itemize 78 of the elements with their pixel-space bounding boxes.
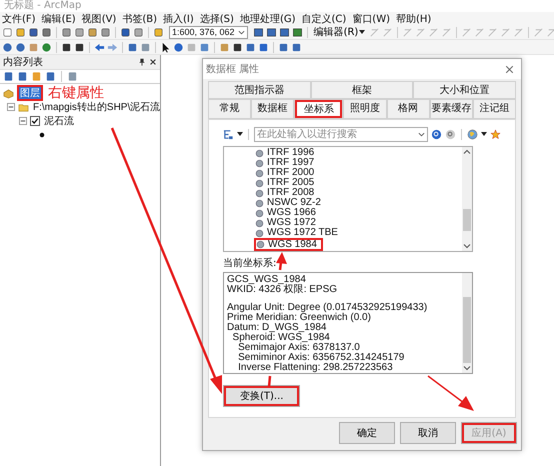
search-field[interactable]: 在此处输入以进行搜索 — [254, 126, 428, 142]
pointer-icon[interactable] — [160, 42, 171, 52]
list-item[interactable]: NSWC 9Z-2 — [254, 198, 327, 208]
panel-title: 内容列表 — [3, 56, 44, 69]
dialog-button[interactable]: 取消 — [400, 422, 456, 444]
detail-line: Semiminor Axis: 6356752.314245179 — [237, 353, 406, 363]
scrollbar-thumb[interactable] — [463, 209, 471, 231]
annotation-text: 右键属性 — [48, 84, 104, 102]
list-item[interactable]: WGS 1966 — [254, 208, 322, 218]
list-item[interactable]: WGS 1972 — [254, 218, 322, 228]
tab[interactable]: 常规 — [208, 99, 252, 119]
list-item[interactable]: ITRF 1997 — [254, 158, 320, 168]
detail-line: Semimajor Axis: 6378137.0 — [238, 343, 361, 353]
menu-item[interactable]: 选择(S) — [200, 12, 234, 26]
annotation-arrow — [428, 375, 474, 411]
scale-combo[interactable]: 1:600, 376, 062 — [169, 26, 248, 38]
list-item[interactable]: WGS 1972 TBE — [254, 228, 344, 238]
detail-line: Spheroid: WGS_1984 — [232, 333, 331, 343]
detail-line: Datum: D_WGS_1984 — [227, 323, 328, 333]
list-item[interactable]: ITRF 1996 — [254, 148, 320, 158]
list-item[interactable]: ITRF 2005 — [254, 178, 320, 188]
list-item[interactable]: ITRF 2000 — [254, 168, 320, 178]
pin-icon[interactable] — [138, 58, 146, 66]
annotation-arrow — [276, 252, 287, 270]
list-item[interactable]: ITRF 2008 — [254, 188, 320, 198]
caret-icon[interactable] — [481, 132, 487, 136]
menu-item[interactable]: 文件(F) — [2, 12, 36, 26]
menu-item[interactable]: 窗口(W) — [352, 12, 390, 26]
search-icon[interactable] — [431, 128, 442, 140]
close-icon[interactable] — [149, 58, 157, 66]
scrollbar-thumb[interactable] — [463, 297, 471, 363]
tab[interactable]: 大小和位置 — [413, 81, 516, 99]
tree-item[interactable]: F:\mapgis转出的SHP\泥石流 — [32, 100, 162, 114]
favorite-star-icon[interactable] — [490, 128, 501, 140]
tab[interactable]: 格网 — [386, 99, 430, 119]
tab[interactable]: 范围指示器 — [208, 81, 311, 99]
detail-line: Angular Unit: Degree (0.0174532925199433) — [227, 303, 428, 313]
tab[interactable]: 框架 — [310, 81, 414, 99]
menu-item[interactable]: 编辑(E) — [42, 12, 76, 26]
collapse-toggle[interactable] — [7, 103, 15, 111]
scroll-up-icon[interactable] — [463, 149, 471, 155]
annotation-line — [268, 376, 272, 388]
editor-menu[interactable]: 编辑器(R) — [312, 25, 368, 39]
back-arrow-icon[interactable] — [94, 42, 105, 52]
detail-line: Inverse Flattening: 298.257223563 — [237, 363, 394, 373]
scrollbar[interactable] — [462, 273, 472, 373]
menu-item[interactable]: 地理处理(G) — [240, 12, 296, 26]
tab[interactable]: 坐标系 — [294, 99, 344, 119]
checkbox[interactable] — [30, 116, 40, 126]
scroll-down-icon[interactable] — [463, 243, 471, 249]
detail-line: Prime Meridian: Greenwich (0.0) — [227, 313, 371, 323]
tree-item[interactable]: 泥石流 — [43, 114, 75, 128]
caret-icon — [359, 30, 366, 34]
menu-item[interactable]: 视图(V) — [82, 12, 116, 26]
menu-item[interactable]: 书签(B) — [122, 12, 158, 26]
point-symbol-icon — [39, 132, 45, 138]
clear-search-icon[interactable] — [445, 128, 456, 140]
dialog-button[interactable]: 确定 — [339, 422, 395, 444]
menu-item[interactable]: 帮助(H) — [396, 12, 432, 26]
menu-item[interactable]: 自定义(C) — [302, 12, 346, 26]
tab[interactable]: 要素缓存 — [430, 99, 473, 119]
detail-line: GCS_WGS_1984 — [227, 275, 307, 285]
detail-line: WKID: 4326 权限: EPSG — [227, 285, 338, 295]
collapse-toggle[interactable] — [19, 117, 27, 125]
tab[interactable]: 照明度 — [343, 99, 387, 119]
close-icon[interactable] — [504, 64, 515, 74]
dialog-title: 数据框 属性 — [206, 62, 260, 76]
transform-button[interactable]: 变换(T)... — [223, 385, 300, 407]
menu-item[interactable]: 插入(I) — [163, 12, 194, 26]
window-title: 无标题 - ArcMap — [4, 0, 82, 12]
tab[interactable]: 数据框 — [251, 99, 294, 119]
scrollbar[interactable] — [462, 147, 472, 251]
list-item[interactable]: WGS 1984 — [254, 238, 323, 251]
caret-icon[interactable] — [237, 132, 243, 136]
field-label: 当前坐标系: — [223, 256, 276, 270]
tab[interactable]: 注记组 — [472, 99, 516, 119]
tree-item[interactable]: 图层 — [17, 85, 43, 101]
scroll-down-icon[interactable] — [463, 365, 471, 371]
